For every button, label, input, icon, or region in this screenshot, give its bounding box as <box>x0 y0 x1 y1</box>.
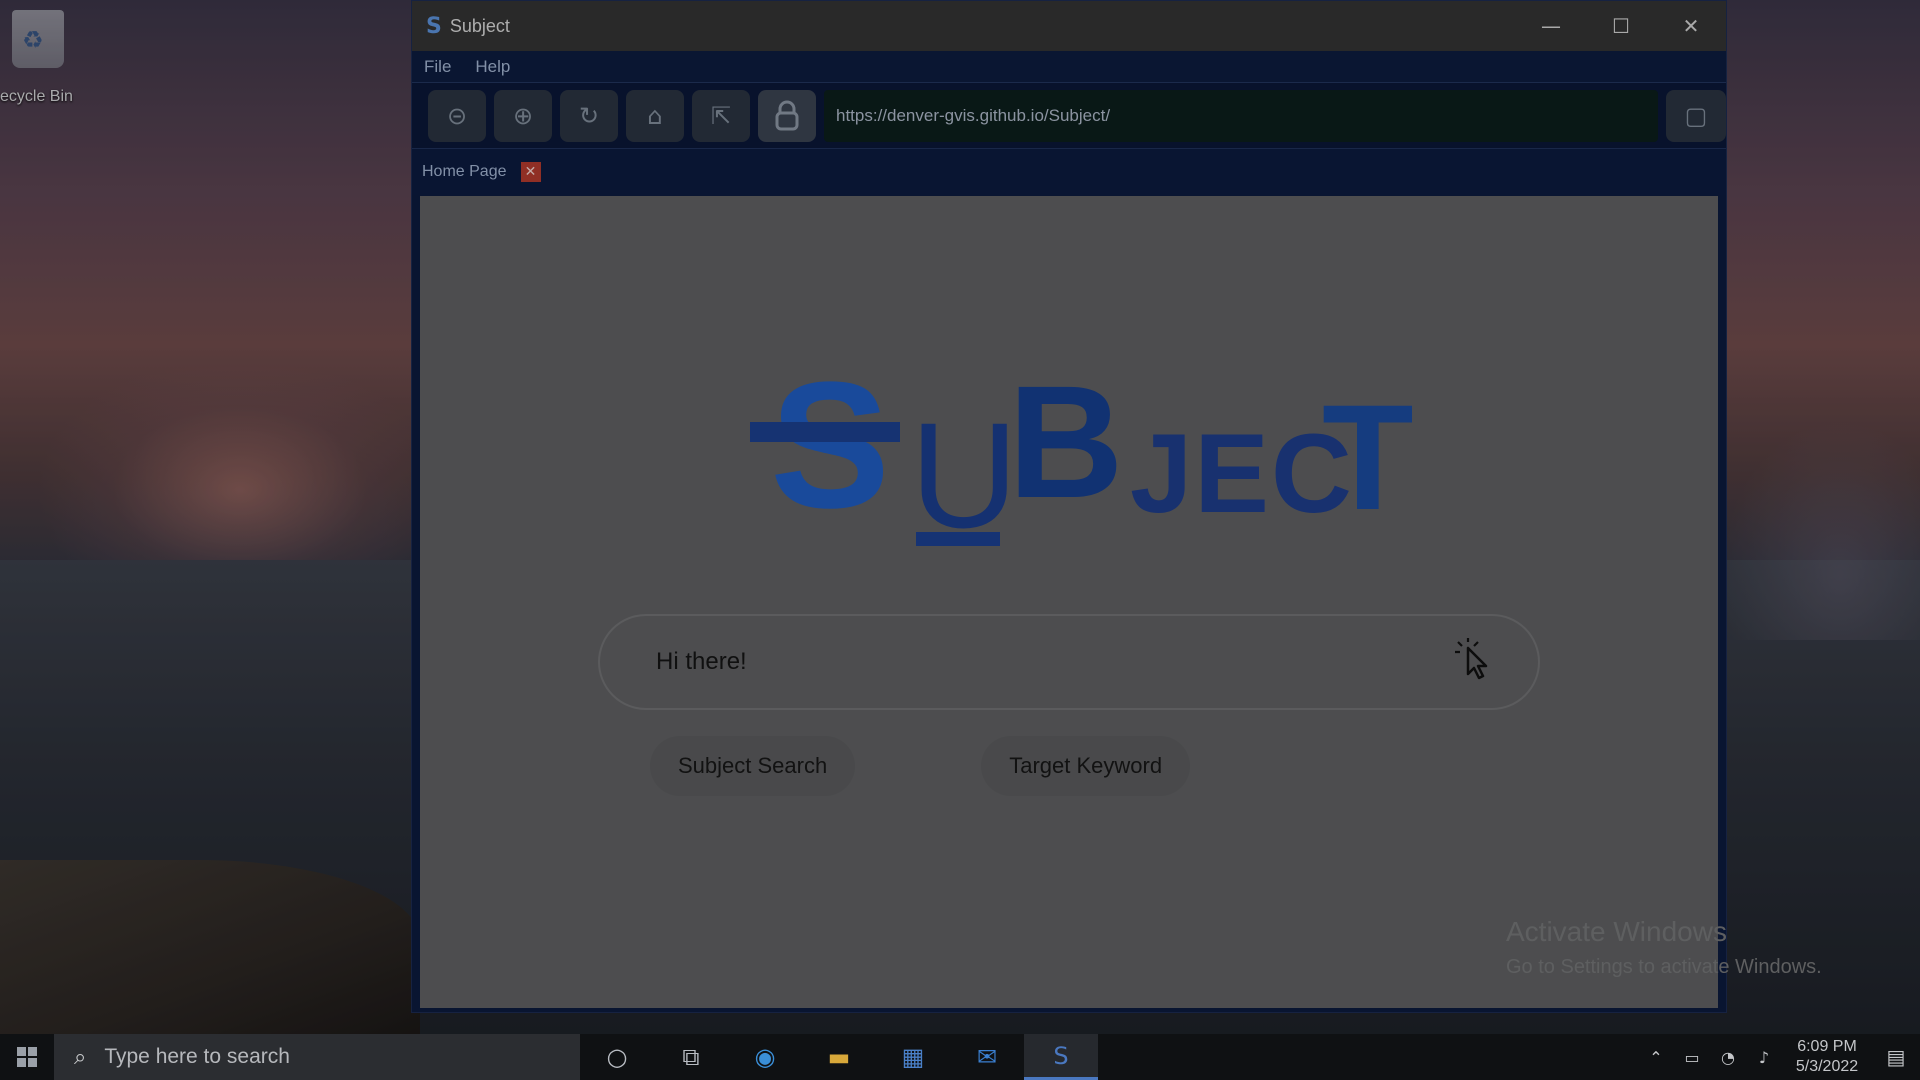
windows-logo-icon <box>17 1047 37 1067</box>
logo-letter-b: B <box>1008 352 1124 531</box>
system-tray: ⌃ ▭ ◔ ♪ 6:09 PM 5/3/2022 ▤ <box>1638 1034 1920 1080</box>
square-icon: ▢ <box>1684 101 1708 130</box>
tab-home-page[interactable]: Home Page <box>422 163 507 181</box>
clock[interactable]: 6:09 PM 5/3/2022 <box>1782 1037 1872 1077</box>
close-button[interactable]: ✕ <box>1656 1 1726 51</box>
navigation-toolbar: ⊝ ⊕ ↻ ⌂ ⇱ https://denver-gvis.github.io/… <box>412 83 1726 149</box>
menu-file[interactable]: File <box>424 57 451 77</box>
app-window: S Subject — ☐ ✕ File Help ⊝ ⊕ ↻ ⌂ ⇱ http… <box>411 0 1822 1013</box>
city-lights <box>1720 420 1920 640</box>
cortana-icon[interactable]: ○ <box>580 1034 654 1080</box>
logo-letters-jec: JEC <box>1130 411 1354 536</box>
menu-bar: File Help <box>412 51 1726 83</box>
minimize-button[interactable]: — <box>1516 1 1586 51</box>
logo-letter-u: U <box>910 391 1019 559</box>
back-button[interactable]: ⊝ <box>428 89 486 142</box>
mail-icon[interactable]: ✉ <box>950 1034 1024 1080</box>
home-button[interactable]: ⌂ <box>626 89 684 142</box>
open-external-button[interactable]: ⇱ <box>692 89 750 142</box>
reload-icon: ↻ <box>578 101 600 130</box>
lock-icon <box>775 100 799 130</box>
volume-icon[interactable]: ♪ <box>1746 1048 1782 1067</box>
store-icon[interactable]: ▦ <box>876 1034 950 1080</box>
clock-date: 5/3/2022 <box>1795 1058 1859 1075</box>
pinned-apps: ○ ⧉ ◉ ▬ ▦ ✉ S <box>580 1034 1098 1080</box>
watermark-title: Activate Windows <box>1506 916 1727 947</box>
fullscreen-button[interactable]: ▢ <box>1666 89 1726 142</box>
logo-u-underline <box>916 532 1000 546</box>
start-button[interactable] <box>0 1034 54 1080</box>
taskbar: ⌕ Type here to search ○ ⧉ ◉ ▬ ▦ ✉ S ⌃ ▭ … <box>0 1034 1920 1080</box>
mouse-cursor-icon <box>1455 638 1488 680</box>
device-icon[interactable]: ▭ <box>1674 1048 1710 1067</box>
app-logo-icon: S <box>426 13 442 39</box>
search-input[interactable]: Hi there! <box>598 614 1540 710</box>
chevron-up-icon[interactable]: ⌃ <box>1638 1048 1674 1067</box>
recycle-bin-shortcut[interactable]: ecycle Bin <box>0 6 90 106</box>
file-explorer-icon[interactable]: ▬ <box>802 1034 876 1080</box>
search-input-value: Hi there! <box>656 648 747 675</box>
activation-watermark: Activate Windows Go to Settings to activ… <box>1506 916 1822 979</box>
target-keyword-button[interactable]: Target Keyword <box>981 736 1191 796</box>
edge-browser-icon[interactable]: ◉ <box>728 1034 802 1080</box>
reload-button[interactable]: ↻ <box>560 89 618 142</box>
maximize-button[interactable]: ☐ <box>1586 1 1656 51</box>
search-icon: ⌕ <box>74 1044 87 1070</box>
subject-search-button[interactable]: Subject Search <box>650 736 856 796</box>
home-icon: ⌂ <box>647 101 663 130</box>
subject-logo: S U B JEC T <box>750 345 1430 550</box>
search-buttons: Subject Search Target Keyword <box>650 736 1191 796</box>
rocks <box>0 860 420 1034</box>
task-view-icon[interactable]: ⧉ <box>654 1034 728 1080</box>
back-icon: ⊝ <box>446 101 468 130</box>
menu-help[interactable]: Help <box>475 57 510 77</box>
notification-icon[interactable]: ▤ <box>1872 1045 1920 1069</box>
taskbar-search-placeholder: Type here to search <box>104 1045 290 1068</box>
recycle-bin-label: ecycle Bin <box>0 88 73 105</box>
tab-close-icon[interactable]: ✕ <box>520 162 541 182</box>
window-title: Subject <box>449 15 510 36</box>
watermark-subtitle: Go to Settings to activate Windows. <box>1506 956 1822 978</box>
logo-letter-s: S <box>770 345 891 546</box>
network-icon[interactable]: ◔ <box>1710 1048 1746 1067</box>
clock-time: 6:09 PM <box>1797 1038 1857 1055</box>
taskbar-search-box[interactable]: ⌕ Type here to search <box>54 1034 580 1080</box>
desktop-background: ecycle Bin S Subject — ☐ ✕ File Help ⊝ ⊕… <box>0 0 1920 1034</box>
forward-icon: ⊕ <box>512 101 534 130</box>
recycle-bin-icon <box>12 10 64 68</box>
title-bar[interactable]: S Subject — ☐ ✕ <box>412 1 1726 51</box>
tab-strip: Home Page ✕ <box>412 149 1726 195</box>
forward-button[interactable]: ⊕ <box>494 89 552 142</box>
external-link-icon: ⇱ <box>710 101 732 130</box>
subject-app-taskbar-icon[interactable]: S <box>1024 1034 1098 1080</box>
url-input[interactable]: https://denver-gvis.github.io/Subject/ <box>824 89 1658 142</box>
lock-button[interactable] <box>758 89 816 142</box>
logo-letter-t: T <box>1322 373 1414 541</box>
page-content: S U B JEC T Hi there! Subject Search Tar… <box>420 196 1822 1008</box>
logo-s-strike <box>750 422 900 442</box>
window-controls: — ☐ ✕ <box>1516 1 1726 51</box>
